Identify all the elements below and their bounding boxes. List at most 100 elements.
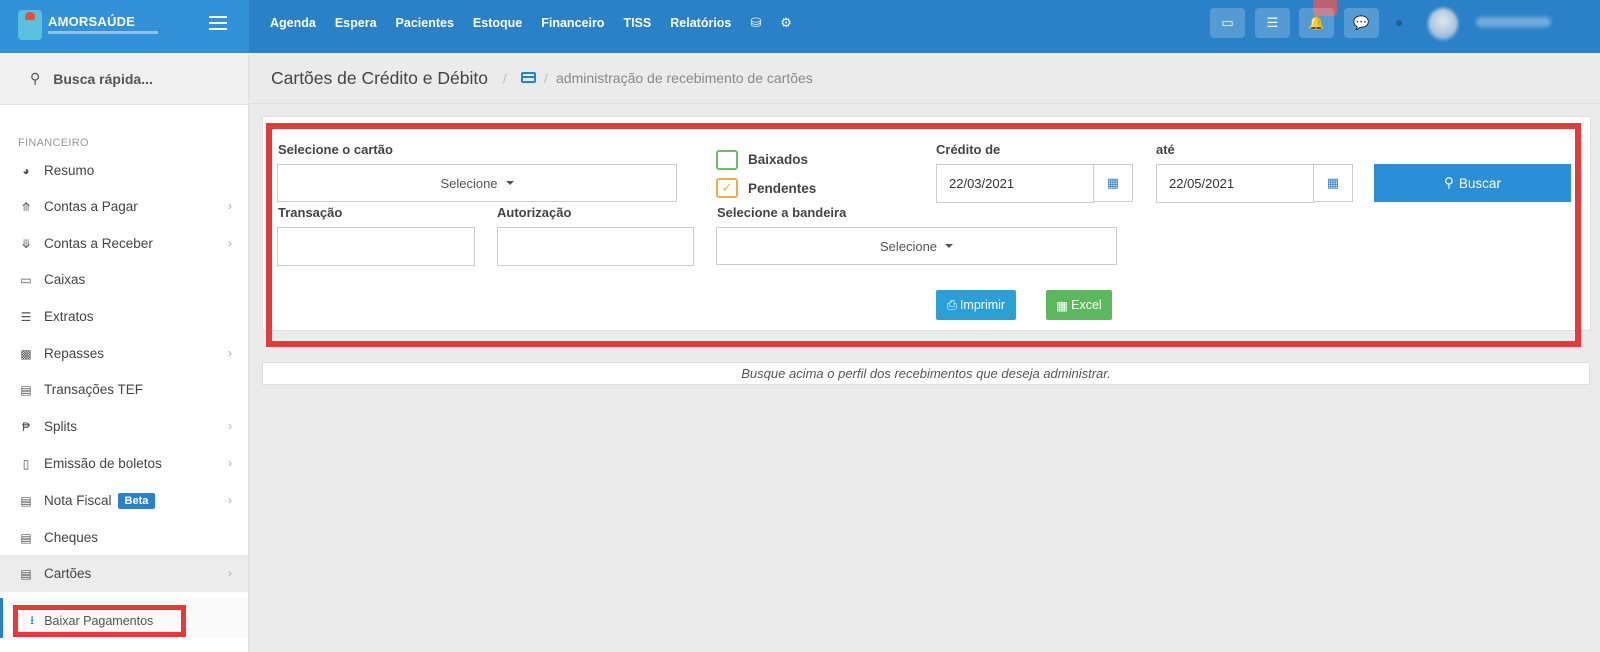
card-select-value: Selecione xyxy=(440,175,498,191)
search-button[interactable]: ⚲ Buscar xyxy=(1374,164,1571,202)
arrow-down-circle-icon: ⤋ xyxy=(20,236,32,251)
sidebar-item-cartoes[interactable]: ▤ Cartões › xyxy=(0,555,248,592)
baixados-checkbox[interactable] xyxy=(716,150,738,170)
caret-down-icon xyxy=(505,181,514,185)
baixados-label[interactable]: Baixados xyxy=(748,152,808,167)
nav-agenda[interactable]: Agenda xyxy=(270,16,316,30)
brand-tagline xyxy=(48,31,158,34)
chat-icon[interactable]: 💬 xyxy=(1344,8,1379,38)
barcode-icon: ▯ xyxy=(22,456,30,471)
authorization-label: Autorização xyxy=(497,205,572,220)
sidebar-item-label: Extratos xyxy=(44,309,94,324)
credit-card-icon: ▤ xyxy=(20,566,32,581)
page-header: Cartões de Crédito e Débito / / xyxy=(250,53,1600,104)
inbox-icon: ▭ xyxy=(20,272,32,287)
split-icon: ₱ xyxy=(21,419,30,434)
chevron-right-icon: › xyxy=(228,456,232,470)
nav-tiss[interactable]: TISS xyxy=(623,16,651,30)
breadcrumb-separator: / xyxy=(503,71,507,86)
brand-logo-icon xyxy=(18,10,42,40)
caret-down-icon xyxy=(945,244,954,248)
credit-to-label: até xyxy=(1156,142,1175,157)
sidebar-subitem-baixar-pagamentos[interactable]: ⭳ Baixar Pagamentos xyxy=(13,605,186,637)
chevron-right-icon: › xyxy=(228,346,232,360)
sidebar-item-caixas[interactable]: ▭ Caixas xyxy=(0,261,248,298)
sidebar-item-repasses[interactable]: ▩ Repasses › xyxy=(0,335,248,372)
excel-button-label: Excel xyxy=(1071,298,1102,312)
nav-espera[interactable]: Espera xyxy=(335,16,377,30)
search-button-label: Buscar xyxy=(1458,175,1501,191)
credit-card-icon xyxy=(521,72,536,83)
sidebar-item-label: Transações TEF xyxy=(44,382,144,397)
sidebar-item-resumo[interactable]: ◕ Resumo xyxy=(0,152,248,189)
list-icon[interactable]: ☰ xyxy=(1255,8,1290,38)
chevron-right-icon: › xyxy=(228,199,232,213)
search-icon: ⚲ xyxy=(30,70,41,86)
sidebar-item-splits[interactable]: ₱ Splits › xyxy=(0,408,248,445)
print-button-label: Imprimir xyxy=(959,298,1006,312)
sidebar-item-label: Repasses xyxy=(44,346,105,361)
download-icon: ⭳ xyxy=(30,612,35,627)
sidebar-item-extratos[interactable]: ☰ Extratos xyxy=(0,298,248,335)
search-icon: ⚲ xyxy=(1444,175,1454,190)
status-dot xyxy=(1396,20,1402,26)
sidebar-item-contas-a-pagar[interactable]: ⤊ Contas a Pagar › xyxy=(0,188,248,225)
credit-from-date-input[interactable] xyxy=(936,164,1094,203)
arrow-up-circle-icon: ⤊ xyxy=(20,199,32,214)
chevron-right-icon: › xyxy=(228,493,232,507)
inbox-icon[interactable]: ▭ xyxy=(1210,8,1245,38)
credit-to-date-input[interactable] xyxy=(1156,164,1314,203)
sidebar-item-cheques[interactable]: ▤ Cheques xyxy=(0,519,248,556)
table-icon: ▦ xyxy=(1056,298,1069,313)
sidebar-item-transacoes-tef[interactable]: ▤ Transações TEF xyxy=(0,371,248,408)
sidebar-item-label: Caixas xyxy=(44,272,86,287)
card-select[interactable]: Selecione xyxy=(277,164,677,202)
avatar[interactable] xyxy=(1428,8,1458,40)
authorization-input[interactable] xyxy=(497,227,694,266)
gear-icon[interactable]: ⚙ xyxy=(780,15,792,31)
sidebar-item-nota-fiscal[interactable]: ▤ Nota Fiscal Beta › xyxy=(0,482,248,519)
nav-relatorios[interactable]: Relatórios xyxy=(670,16,731,30)
puzzle-icon: ▩ xyxy=(20,346,32,361)
transaction-input[interactable] xyxy=(277,227,475,266)
sidebar-item-label: Contas a Pagar xyxy=(44,199,138,214)
pie-chart-icon: ◕ xyxy=(22,163,30,178)
user-name[interactable] xyxy=(1476,17,1551,27)
checkmark-icon: ✓ xyxy=(721,180,733,195)
sidebar-subitem-label: Baixar Pagamentos xyxy=(44,614,154,628)
menu-toggle-icon[interactable] xyxy=(209,16,227,30)
calendar-icon[interactable]: ▦ xyxy=(1093,164,1133,202)
sidebar-item-label: Resumo xyxy=(44,163,95,178)
breadcrumb-separator: / xyxy=(544,71,548,86)
sidebar-item-label: Cheques xyxy=(44,530,99,545)
pendentes-label[interactable]: Pendentes xyxy=(748,181,816,196)
nav-financeiro[interactable]: Financeiro xyxy=(541,16,604,30)
bell-icon[interactable]: 🔔 xyxy=(1299,8,1334,38)
transaction-label: Transação xyxy=(278,205,343,220)
printer-icon: ⎙ xyxy=(946,297,957,312)
sidebar-item-contas-a-receber[interactable]: ⤋ Contas a Receber › xyxy=(0,225,248,262)
brand-name: AMORSAÚDE xyxy=(48,14,136,29)
print-button[interactable]: ⎙ Imprimir xyxy=(936,290,1016,320)
brand-select-value: Selecione xyxy=(879,238,938,254)
brand-select-label: Selecione a bandeira xyxy=(717,205,847,220)
pendentes-checkbox[interactable]: ✓ xyxy=(716,178,738,198)
calendar-icon[interactable]: ▦ xyxy=(1313,164,1353,202)
main-nav: Agenda Espera Pacientes Estoque Financei… xyxy=(270,0,811,45)
quick-search[interactable]: ⚲ Busca rápida... xyxy=(0,53,248,105)
sidebar-item-label: Nota Fiscal xyxy=(44,493,112,508)
quick-search-label: Busca rápida... xyxy=(53,70,153,87)
nav-pacientes[interactable]: Pacientes xyxy=(396,16,454,30)
cheque-icon: ▤ xyxy=(20,530,32,545)
brand-select[interactable]: Selecione xyxy=(716,227,1117,265)
credit-card-icon: ▤ xyxy=(20,382,32,397)
excel-button[interactable]: ▦ Excel xyxy=(1046,290,1112,320)
breadcrumb: administração de recebimento de cartões xyxy=(556,70,813,86)
nav-estoque[interactable]: Estoque xyxy=(473,16,522,30)
database-icon[interactable]: ⛁ xyxy=(750,15,761,31)
beta-badge: Beta xyxy=(117,492,156,509)
sidebar-item-emissao-de-boletos[interactable]: ▯ Emissão de boletos › xyxy=(0,445,248,482)
sidebar-item-label: Splits xyxy=(44,419,78,434)
chevron-right-icon: › xyxy=(228,236,232,250)
chevron-right-icon: › xyxy=(228,419,232,433)
